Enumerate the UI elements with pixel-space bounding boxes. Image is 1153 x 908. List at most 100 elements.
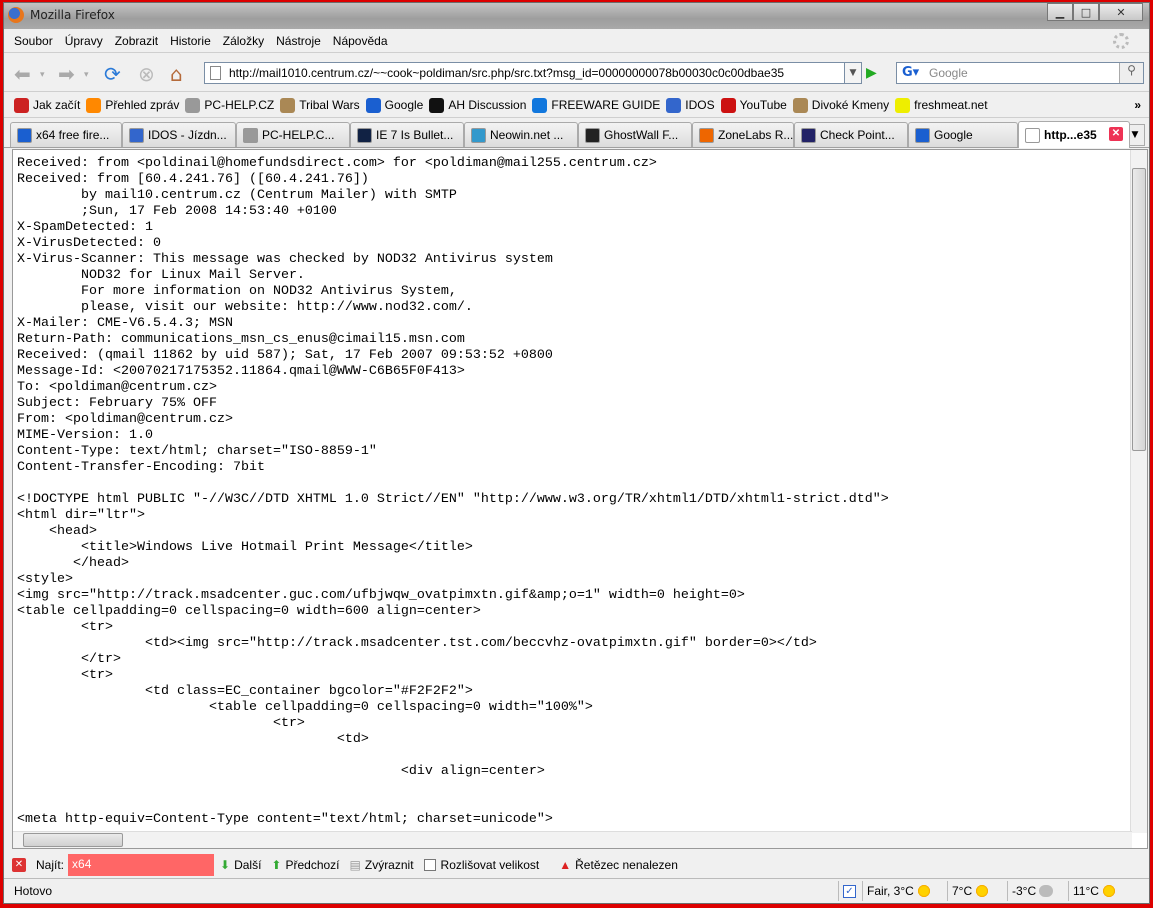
url-history-dropdown[interactable]: ▼	[844, 62, 862, 84]
warning-icon: ▲	[559, 857, 572, 872]
bookmark-item[interactable]: AH Discussion	[429, 97, 526, 113]
tab[interactable]: x64 free fire...	[10, 122, 122, 147]
close-tab-button[interactable]: ✕	[1109, 127, 1123, 141]
tab-favicon-icon	[129, 127, 144, 143]
tab-label: Check Point...	[820, 128, 895, 142]
search-magnifier-icon[interactable]: ⚲	[1119, 63, 1143, 83]
tab[interactable]: Google	[908, 122, 1018, 147]
weather-widget[interactable]: 7°C	[947, 881, 993, 901]
find-previous-button[interactable]: ⬆ Předchozí	[271, 858, 339, 872]
bookmark-item[interactable]: Přehled zpráv	[86, 97, 179, 113]
tab[interactable]: IE 7 Is Bullet...	[350, 122, 464, 147]
menu-item-1[interactable]: Úpravy	[65, 34, 103, 48]
tab-favicon-icon	[1025, 127, 1040, 143]
menu-item-6[interactable]: Nápověda	[333, 34, 388, 48]
browser-window: Mozilla Firefox ▁ □ ✕ Soubor Úpravy Zobraz…	[3, 2, 1150, 904]
minimize-button[interactable]: ▁	[1047, 3, 1073, 21]
horizontal-scroll-thumb[interactable]	[23, 833, 123, 847]
source-line: <tr>	[17, 668, 113, 683]
bookmark-item[interactable]: FREEWARE GUIDE	[532, 97, 660, 113]
find-input[interactable]: x64	[68, 853, 215, 876]
status-text: Hotovo	[14, 884, 53, 898]
search-engine-google-icon[interactable]: G▾	[899, 65, 925, 81]
source-line: Return-Path: communications_msn_cs_enus@…	[17, 332, 465, 347]
bookmark-item[interactable]: Tribal Wars	[280, 97, 360, 113]
bookmark-item[interactable]: Divoké Kmeny	[792, 97, 889, 113]
source-line: X-VirusDetected: 0	[17, 236, 161, 251]
horizontal-scrollbar[interactable]	[13, 831, 1132, 848]
reload-button[interactable]: ⟳	[104, 62, 121, 86]
vertical-scroll-thumb[interactable]	[1132, 168, 1146, 451]
menu-item-0[interactable]: Soubor	[14, 34, 53, 48]
bookmark-favicon-icon	[720, 97, 736, 113]
source-line: Received: from <poldinail@homefundsdirec…	[17, 156, 657, 171]
stop-button[interactable]: ⊗	[138, 62, 155, 86]
back-history-dropdown[interactable]: ▾	[40, 70, 45, 80]
throbber-icon	[1113, 33, 1129, 49]
status-checkbox-icon[interactable]: ✓	[838, 881, 860, 901]
weather-widget[interactable]: -3°C	[1007, 881, 1057, 901]
tab[interactable]: Neowin.net ...	[464, 122, 578, 147]
bookmark-item[interactable]: IDOS	[666, 97, 715, 113]
tab-active[interactable]: http...e35 ✕	[1018, 121, 1130, 148]
source-line: Subject: February 75% OFF	[17, 396, 217, 411]
firefox-logo-icon	[8, 7, 24, 23]
bookmark-label: freshmeat.net	[914, 98, 988, 112]
menu-item-3[interactable]: Historie	[170, 34, 211, 48]
tab[interactable]: ZoneLabs R...	[692, 122, 794, 147]
source-line: <tr>	[17, 716, 305, 731]
search-box[interactable]: G▾ Google ⚲	[896, 62, 1144, 84]
source-line: by mail10.centrum.cz (Centrum Mailer) wi…	[17, 188, 457, 203]
bookmark-item[interactable]: PC-HELP.CZ	[185, 97, 274, 113]
menu-item-5[interactable]: Nástroje	[276, 34, 321, 48]
forward-button[interactable]: ➡	[58, 62, 75, 86]
weather-widget[interactable]: Fair, 3°C	[862, 881, 935, 901]
email-source-text: Received: from <poldinail@homefundsdirec…	[17, 156, 889, 828]
checkbox-box[interactable]	[423, 858, 436, 871]
bookmark-item[interactable]: YouTube	[720, 97, 787, 113]
bookmarks-overflow-button[interactable]: »	[1134, 98, 1141, 112]
search-input[interactable]: Google	[929, 66, 968, 80]
go-button[interactable]: ▶	[866, 65, 877, 81]
bookmark-item[interactable]: Google	[365, 97, 423, 113]
bookmark-favicon-icon	[532, 97, 548, 113]
source-line: Content-Type: text/html; charset="ISO-88…	[17, 444, 377, 459]
menu-item-2[interactable]: Zobrazit	[115, 34, 158, 48]
back-button[interactable]: ⬅	[14, 62, 31, 86]
menu-item-4[interactable]: Záložky	[223, 34, 264, 48]
tab-label: IE 7 Is Bullet...	[376, 128, 454, 142]
source-line: </tr>	[17, 652, 121, 667]
bookmark-label: Jak začít	[33, 98, 81, 112]
tab-label: Neowin.net ...	[490, 128, 564, 142]
bookmark-item[interactable]: freshmeat.net	[895, 97, 988, 113]
weather-widget[interactable]: 11°C	[1068, 881, 1120, 901]
close-find-bar-button[interactable]: ✕	[12, 857, 26, 872]
tab-favicon-icon	[699, 127, 714, 143]
source-line: Message-Id: <20070217175352.11864.qmail@…	[17, 364, 465, 379]
tab-bar: ▼ x64 free fire... IDOS - Jízdn... PC-HELP…	[4, 119, 1149, 148]
match-case-checkbox[interactable]: Rozlišovat velikost	[423, 858, 539, 872]
bookmark-favicon-icon	[792, 97, 808, 113]
url-bar[interactable]: http://mail1010.centrum.cz/~~cook~poldim…	[204, 62, 860, 84]
bookmark-favicon-icon	[86, 97, 102, 113]
source-line: <title>Windows Live Hotmail Print Messag…	[17, 540, 473, 555]
find-next-button[interactable]: ⬇ Další	[220, 858, 261, 872]
tab[interactable]: GhostWall F...	[578, 122, 692, 147]
bookmark-item[interactable]: Jak začít	[14, 97, 81, 113]
close-window-button[interactable]: ✕	[1099, 3, 1143, 21]
source-line: </head>	[17, 556, 129, 571]
vertical-scrollbar[interactable]	[1130, 150, 1147, 833]
source-line: X-Mailer: CME-V6.5.4.3; MSN	[17, 316, 233, 331]
highlight-all-button[interactable]: ▤ Zvýraznit	[350, 858, 414, 872]
tab[interactable]: PC-HELP.C...	[236, 122, 350, 147]
forward-history-dropdown[interactable]: ▾	[84, 70, 89, 80]
home-button[interactable]: ⌂	[170, 62, 183, 86]
sun-icon	[916, 884, 931, 898]
tab[interactable]: Check Point...	[794, 122, 908, 147]
tab[interactable]: IDOS - Jízdn...	[122, 122, 236, 147]
bookmark-favicon-icon	[14, 97, 29, 113]
bookmark-favicon-icon	[895, 97, 911, 113]
tab-favicon-icon	[915, 127, 930, 143]
tab-favicon-icon	[243, 127, 258, 143]
maximize-button[interactable]: □	[1073, 3, 1099, 21]
